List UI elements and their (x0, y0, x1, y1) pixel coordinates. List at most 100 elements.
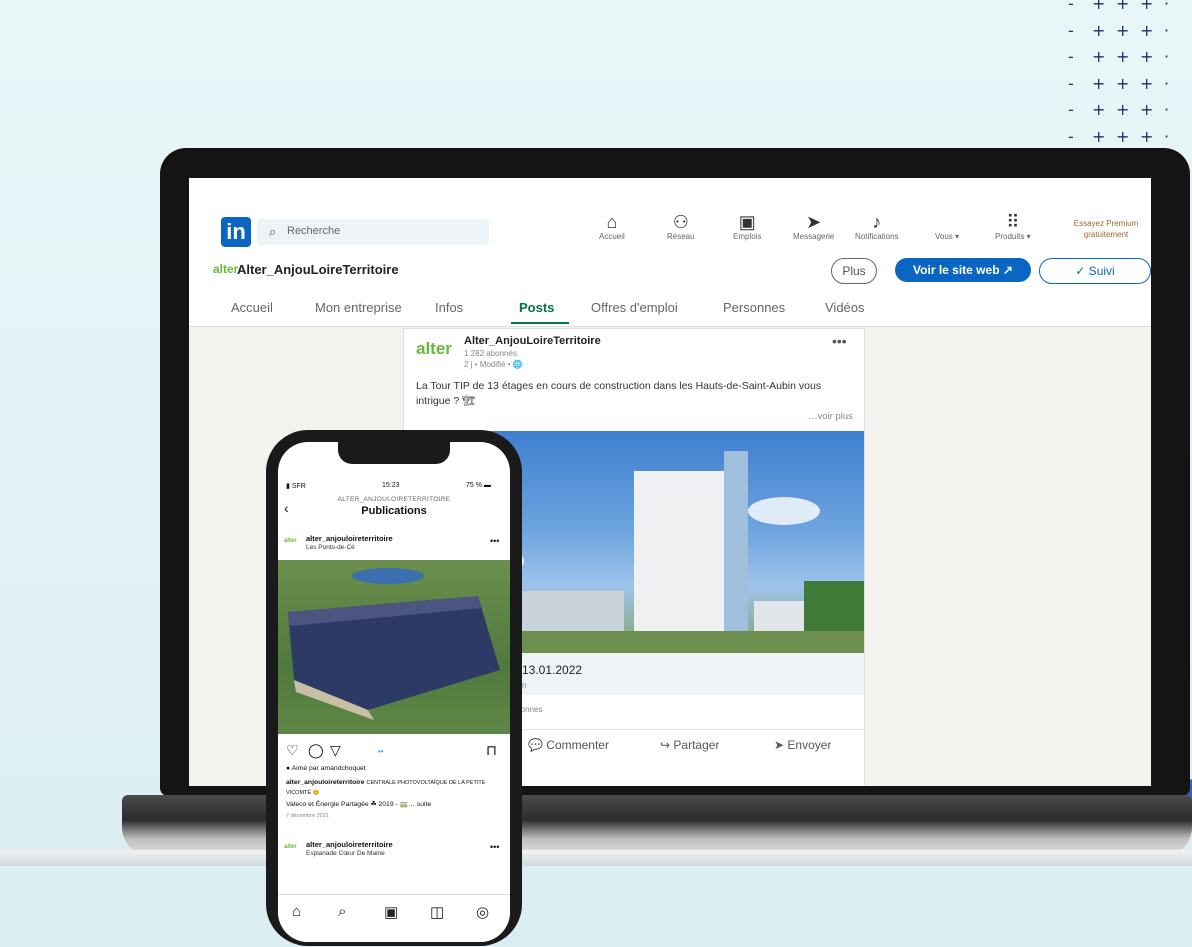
follow-button[interactable]: ✓ Suivi (1039, 258, 1151, 284)
see-more-link[interactable]: …voir plus (808, 411, 853, 422)
bookmark-icon[interactable]: ⊓ (486, 742, 497, 759)
avatar-icon (935, 212, 959, 232)
linkedin-logo[interactable]: in (221, 217, 251, 247)
plus-mark: + (1116, 0, 1130, 13)
website-button[interactable]: Voir le site web ↗ (895, 258, 1031, 282)
active-tab-indicator (511, 322, 569, 324)
profile-icon[interactable]: ◎ (476, 903, 489, 921)
nav-network[interactable]: ⚇ Réseau (667, 212, 695, 241)
carousel-dots: •• (378, 747, 384, 756)
post-text: La Tour TIP de 13 étages en cours de con… (416, 380, 822, 407)
solar-farm-illustration (288, 568, 500, 720)
post1-username[interactable]: alter_anjouloireterritoire (306, 534, 393, 543)
plus-mark: + (1092, 73, 1106, 93)
plus-mark: - (1068, 73, 1074, 93)
premium-link[interactable]: Essayez Premium gratuitement (1061, 218, 1151, 240)
search-icon[interactable]: ⌕ (338, 903, 346, 920)
liker-avatar: ● (286, 765, 291, 772)
linkedin-top-bar: in ⌕ Recherche ⌂ Accueil ⚇ Réseau ▣ Emplois… (189, 178, 1151, 250)
tab-offres-emploi[interactable]: Offres d'emploi (591, 300, 678, 315)
share-icon[interactable]: ▽ (330, 742, 341, 759)
post-followers: 1 282 abonnés (464, 349, 517, 358)
tab-videos[interactable]: Vidéos (825, 300, 865, 315)
back-chevron-icon[interactable]: ‹ (284, 500, 289, 516)
nav-products[interactable]: ⠿ Produits ▾ (995, 212, 1031, 241)
post2-location[interactable]: Esplanade Cœur De Maine (306, 850, 385, 857)
plus-mark: + (1140, 126, 1154, 146)
tab-mon-entreprise[interactable]: Mon entreprise (315, 300, 402, 315)
plus-mark: · (1164, 100, 1170, 119)
plus-mark: + (1116, 73, 1130, 93)
send-button[interactable]: ➤ Envoyer (774, 738, 831, 752)
like-heart-icon[interactable]: ♡ (286, 742, 299, 759)
plus-mark: + (1140, 47, 1154, 66)
briefcase-icon: ▣ (738, 212, 756, 232)
company-name: Alter_AnjouLoireTerritoire (237, 262, 399, 277)
battery-icon: ▬ (483, 482, 491, 489)
home-icon: ⌂ (606, 212, 618, 232)
tab-posts[interactable]: Posts (519, 300, 554, 315)
post-menu-icon[interactable]: ••• (832, 333, 847, 349)
nav-jobs[interactable]: ▣ Emplois (733, 212, 761, 241)
send-icon: ➤ (774, 738, 785, 752)
plus-mark: - (1068, 47, 1074, 66)
post-time: 2 j • Modifié • 🌐 (464, 360, 523, 369)
post-author[interactable]: Alter_AnjouLoireTerritoire (464, 335, 601, 347)
post-date-caption: 13.01.2022 (522, 663, 583, 677)
search-icon: ⌕ (269, 224, 277, 239)
tab-personnes[interactable]: Personnes (723, 300, 785, 315)
plus-mark: - (1068, 20, 1074, 40)
plus-mark: + (1092, 100, 1106, 119)
tab-infos[interactable]: Infos (435, 300, 463, 315)
bell-icon: ♪ (872, 212, 882, 232)
instagram-screen: ▮ SFR 15:23 75 % ▬ ‹ ALTER_ANJOULOIRETER… (278, 442, 510, 942)
plus-mark: · (1164, 0, 1170, 13)
post-avatar[interactable]: alter (284, 538, 297, 544)
post1-menu-icon[interactable]: ••• (490, 536, 499, 546)
phone-notch (338, 442, 450, 464)
network-icon: ⚇ (672, 212, 689, 232)
post2-username[interactable]: alter_anjouloireterritoire (306, 840, 393, 849)
plus-mark: · (1164, 126, 1170, 146)
share-icon: ↪ (660, 738, 671, 752)
post1-location[interactable]: Les Ponts-de-Cé (306, 544, 355, 551)
carrier: ▮ SFR (286, 483, 306, 490)
shop-icon[interactable]: ◫ (430, 903, 444, 921)
nav-messaging[interactable]: ➤ Messagerie (793, 212, 834, 241)
nav-notifications[interactable]: ♪ Notifications (855, 212, 899, 241)
plus-mark: - (1068, 126, 1074, 146)
nav-home[interactable]: ⌂ Accueil (599, 212, 625, 241)
desk-edge (0, 850, 1192, 866)
nav-me[interactable]: Vous ▾ (935, 212, 959, 241)
plus-mark: - (1068, 100, 1074, 119)
header-title: Publications (361, 505, 427, 517)
solar-farm-photo[interactable] (278, 560, 510, 734)
share-button[interactable]: ↪ Partager (660, 738, 719, 752)
reels-icon[interactable]: ▣ (384, 903, 398, 921)
external-link-icon: ↗ (1002, 263, 1013, 277)
post2-avatar[interactable]: alter (284, 844, 297, 850)
post-caption-sub: n (522, 681, 527, 690)
comment-icon: 💬 (528, 738, 543, 752)
more-button[interactable]: Plus (831, 258, 877, 284)
battery: 75 % ▬ (466, 482, 491, 489)
comment-icon[interactable]: ◯ (308, 742, 324, 759)
caption-date: 7 décembre 2021 (286, 813, 329, 819)
search-input[interactable]: ⌕ Recherche (257, 219, 489, 245)
post2-menu-icon[interactable]: ••• (490, 842, 499, 852)
plus-mark: + (1116, 20, 1130, 40)
tab-accueil[interactable]: Accueil (231, 300, 273, 315)
caption: alter_anjouloireterritoire CENTRALE PHOT… (286, 779, 486, 796)
plus-mark: + (1140, 73, 1154, 93)
plus-mark: + (1140, 20, 1154, 40)
send-icon: ➤ (806, 212, 822, 232)
home-icon[interactable]: ⌂ (292, 903, 301, 920)
plus-mark: + (1140, 100, 1154, 119)
signal-icon: ▮ (286, 483, 290, 490)
header-username: ALTER_ANJOULOIRETERRITOIRE (337, 496, 451, 503)
comment-button[interactable]: 💬 Commenter (528, 738, 609, 752)
caption-line[interactable]: Valeco et Énergie Partagée ☘ 2019 - 🚃… s… (286, 800, 504, 809)
company-logo: alter (213, 262, 239, 276)
post-author-logo[interactable]: alter (416, 339, 452, 359)
plus-mark: + (1116, 100, 1130, 119)
